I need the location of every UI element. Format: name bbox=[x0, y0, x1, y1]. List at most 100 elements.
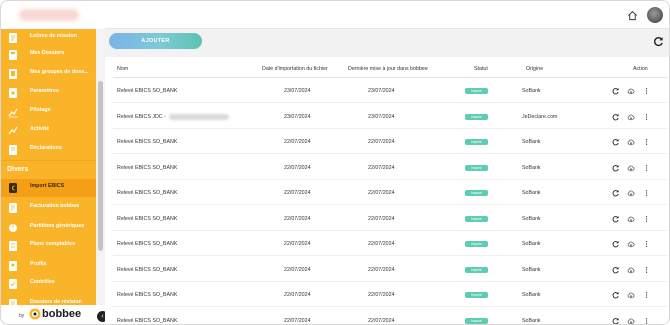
more-vertical-icon[interactable] bbox=[643, 138, 651, 146]
folder-icon bbox=[9, 50, 17, 60]
row-import-date: 22/07/2024 bbox=[284, 266, 311, 273]
sidebar-item-label: Déclarations bbox=[30, 145, 62, 151]
profile-icon bbox=[9, 261, 17, 271]
row-import-date: 22/07/2024 bbox=[284, 317, 311, 324]
more-vertical-icon[interactable] bbox=[643, 87, 651, 95]
table-row[interactable]: Relevé EBICS SO_BANK 22/07/2024 22/07/2024… bbox=[113, 257, 667, 282]
header-status[interactable]: Statut bbox=[474, 66, 488, 72]
cloud-upload-icon[interactable] bbox=[627, 164, 635, 172]
sidebar-item-partitions-génériques[interactable]: Partitions génériques bbox=[1, 219, 96, 237]
refresh-icon[interactable] bbox=[653, 36, 664, 47]
user-avatar[interactable] bbox=[647, 7, 663, 23]
row-last-update: 23/07/2024 bbox=[368, 113, 395, 120]
bobbee-brand: bobbee bbox=[42, 308, 82, 320]
sidebar-item-label: Partitions génériques bbox=[30, 223, 85, 229]
refresh-icon[interactable] bbox=[612, 266, 620, 274]
controls-icon bbox=[9, 279, 17, 289]
row-name: Relevé EBICS SO_BANK bbox=[117, 88, 178, 94]
sidebar-item-mes-dossiers[interactable]: Mes Dossiers bbox=[1, 46, 96, 64]
sidebar-item-mes-groupes-de-doss[interactable]: Mes groupes de doss... bbox=[1, 65, 96, 83]
row-import-date: 22/07/2024 bbox=[284, 241, 311, 247]
refresh-icon[interactable] bbox=[612, 87, 620, 95]
cloud-upload-icon[interactable] bbox=[627, 138, 635, 146]
more-vertical-icon[interactable] bbox=[643, 240, 651, 248]
row-import-date: 23/07/2024 bbox=[284, 88, 311, 94]
row-name: Relevé EBICS SO_BANK bbox=[117, 266, 178, 273]
cloud-upload-icon[interactable] bbox=[627, 87, 635, 95]
status-badge: Importé bbox=[465, 139, 488, 145]
row-origin: SoBank bbox=[522, 139, 541, 145]
refresh-icon[interactable] bbox=[612, 138, 620, 146]
cloud-upload-icon[interactable] bbox=[627, 317, 635, 325]
table-row[interactable]: Relevé EBICS SO_BANK 22/07/2024 22/07/2024… bbox=[113, 129, 667, 154]
more-vertical-icon[interactable] bbox=[643, 317, 651, 325]
table-row[interactable]: Relevé EBICS SO_BANK 23/07/2024 23/07/2024… bbox=[113, 78, 667, 103]
row-origin: JeDeclare.com bbox=[522, 113, 558, 120]
more-vertical-icon[interactable] bbox=[643, 164, 651, 172]
row-name: Relevé EBICS SO_BANK bbox=[117, 139, 178, 145]
cloud-upload-icon[interactable] bbox=[627, 215, 635, 223]
cloud-upload-icon[interactable] bbox=[627, 266, 635, 274]
sidebar-item-déclarations[interactable]: Déclarations bbox=[1, 141, 96, 159]
table-row[interactable]: Relevé EBICS SO_BANK 22/07/2024 22/07/2024… bbox=[113, 282, 667, 307]
table-row[interactable]: Relevé EBICS SO_BANK 22/07/2024 22/07/2024… bbox=[113, 308, 667, 325]
toolbar: AJOUTER bbox=[105, 29, 669, 57]
sidebar-item-import-ebics[interactable]: Import EBICS bbox=[1, 179, 96, 197]
cloud-upload-icon[interactable] bbox=[627, 240, 635, 248]
sidebar-item-dossiers-de-révision[interactable]: Dossiers de révision bbox=[1, 295, 96, 305]
header-name[interactable]: Nom bbox=[117, 66, 128, 72]
cloud-upload-icon[interactable] bbox=[627, 291, 635, 299]
table-row[interactable]: Relevé EBICS SO_BANK 22/07/2024 22/07/2024… bbox=[113, 155, 667, 180]
sidebar-item-contrôles[interactable]: Contrôles bbox=[1, 275, 96, 293]
table-row[interactable]: Relevé EBICS SO_BANK 22/07/2024 22/07/2024… bbox=[113, 206, 667, 231]
refresh-icon[interactable] bbox=[612, 317, 620, 325]
sidebar-item-paramètres[interactable]: Paramètres bbox=[1, 84, 96, 102]
more-vertical-icon[interactable] bbox=[643, 291, 651, 299]
refresh-icon[interactable] bbox=[612, 240, 620, 248]
table-row[interactable]: Relevé EBICS JDC - 23/07/2024 23/07/2024 I… bbox=[113, 104, 667, 129]
more-vertical-icon[interactable] bbox=[643, 215, 651, 223]
table-row[interactable]: Relevé EBICS SO_BANK 22/07/2024 22/07/2024… bbox=[113, 231, 667, 256]
status-badge: Importé bbox=[465, 164, 488, 171]
status-badge: Importé bbox=[465, 266, 488, 273]
cloud-upload-icon[interactable] bbox=[627, 189, 635, 197]
footer-by-text: by bbox=[19, 313, 25, 319]
refresh-icon[interactable] bbox=[612, 164, 620, 172]
home-icon[interactable] bbox=[627, 10, 638, 21]
header-import-date[interactable]: Date d'importation du fichier bbox=[262, 66, 328, 72]
row-origin: SoBank bbox=[522, 292, 541, 298]
sidebar-item-pilotage[interactable]: Pilotage bbox=[1, 103, 96, 121]
row-last-update: 22/07/2024 bbox=[368, 190, 395, 196]
sidebar-item-facturation-bobbee[interactable]: Facturation bobbee bbox=[1, 199, 96, 217]
sidebar-item-label: Mes Dossiers bbox=[30, 50, 65, 56]
more-vertical-icon[interactable] bbox=[643, 266, 651, 274]
sidebar-item-activité[interactable]: Activité bbox=[1, 122, 96, 140]
scrollbar-thumb[interactable] bbox=[98, 81, 103, 251]
sidebar: Lettres de mission Mes Dossiers Mes groupe… bbox=[1, 1, 105, 324]
table-row[interactable]: Relevé EBICS SO_BANK 22/07/2024 22/07/2024… bbox=[113, 180, 667, 205]
refresh-icon[interactable] bbox=[612, 113, 620, 121]
sidebar-item-lettres-de-mission[interactable]: Lettres de mission bbox=[1, 29, 96, 47]
header-last-update[interactable]: Dernière mise à jour dans bobbee bbox=[348, 66, 428, 72]
sidebar-menu: Lettres de mission Mes Dossiers Mes groupe… bbox=[1, 29, 105, 305]
sidebar-item-label: Activité bbox=[30, 126, 50, 132]
cloud-upload-icon[interactable] bbox=[627, 113, 635, 121]
status-badge: Importé bbox=[465, 241, 488, 247]
settings-icon bbox=[9, 88, 17, 98]
sidebar-item-profils[interactable]: Profils bbox=[1, 257, 96, 275]
more-vertical-icon[interactable] bbox=[643, 113, 651, 121]
sidebar-scrollbar[interactable] bbox=[96, 29, 105, 306]
add-button[interactable]: AJOUTER bbox=[109, 33, 202, 49]
sidebar-divider bbox=[1, 160, 96, 161]
refresh-icon[interactable] bbox=[612, 291, 620, 299]
sidebar-item-plans-comptables[interactable]: Plans comptables bbox=[1, 237, 96, 255]
row-name: Relevé EBICS SO_BANK bbox=[117, 241, 178, 247]
invoice-icon bbox=[9, 203, 17, 213]
refresh-icon[interactable] bbox=[612, 215, 620, 223]
header-origin[interactable]: Origine bbox=[526, 66, 543, 72]
app-window: Lettres de mission Mes Dossiers Mes groupe… bbox=[0, 0, 670, 325]
revision-icon bbox=[9, 299, 17, 305]
declaration-icon bbox=[9, 145, 17, 155]
more-vertical-icon[interactable] bbox=[643, 189, 651, 197]
refresh-icon[interactable] bbox=[612, 189, 620, 197]
